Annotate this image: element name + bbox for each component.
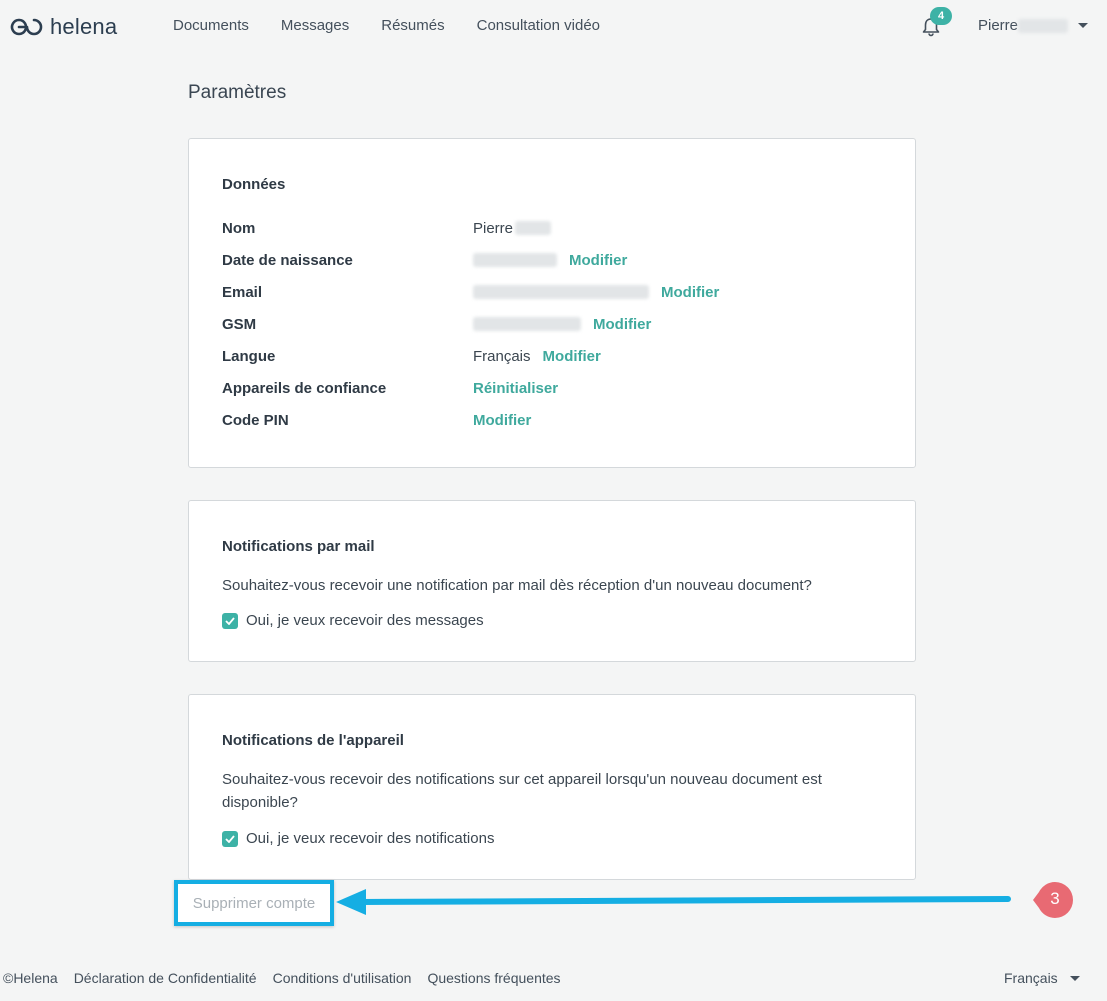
edit-gsm-link[interactable]: Modifier <box>593 316 651 333</box>
nav-video-consultation[interactable]: Consultation vidéo <box>477 17 600 34</box>
row-label: Langue <box>222 347 276 365</box>
row-label: Date de naissance <box>222 251 353 269</box>
redacted-last-name <box>1018 18 1069 33</box>
delete-account-link[interactable]: Supprimer compte <box>193 895 316 912</box>
data-row-gsm: GSM Modifier <box>222 314 651 334</box>
user-menu[interactable]: Pierre <box>978 17 1089 34</box>
mail-notifications-card: Notifications par mail Souhaitez-vous re… <box>188 500 916 662</box>
notification-count-badge: 4 <box>930 7 952 25</box>
footer-privacy-link[interactable]: Déclaration de Confidentialité <box>74 970 257 986</box>
nav-documents[interactable]: Documents <box>173 17 249 34</box>
edit-language-link[interactable]: Modifier <box>543 348 601 365</box>
redacted-birthdate <box>473 253 557 267</box>
row-label: Appareils de confiance <box>222 379 387 397</box>
chevron-down-icon <box>1069 975 1080 981</box>
redacted-last-name <box>515 221 552 235</box>
top-navbar: helena Documents Messages Résumés Consul… <box>0 0 1107 54</box>
delete-account-highlight: Supprimer compte <box>174 880 334 926</box>
checkbox-label: Oui, je veux recevoir des notifications <box>246 830 495 847</box>
language-selector[interactable]: Français <box>1004 970 1080 986</box>
edit-birthdate-link[interactable]: Modifier <box>569 252 627 269</box>
personal-data-card: Données Nom Pierre Date de naissance Mod… <box>188 138 916 468</box>
device-notification-checkbox[interactable] <box>222 830 238 847</box>
checkmark-icon <box>225 616 235 625</box>
mail-notification-checkbox[interactable] <box>222 612 238 629</box>
edit-email-link[interactable]: Modifier <box>661 284 719 301</box>
card-title: Données <box>222 176 286 193</box>
infinity-logo-icon <box>10 18 43 36</box>
footer-faq-link[interactable]: Questions fréquentes <box>427 970 560 986</box>
chevron-down-icon <box>1078 23 1089 28</box>
data-row-email: Email Modifier <box>222 282 719 302</box>
data-row-name: Nom Pierre <box>222 218 552 238</box>
nav-resumes[interactable]: Résumés <box>381 17 444 34</box>
row-label: Nom <box>222 219 256 237</box>
checkmark-icon <box>225 834 235 843</box>
device-notification-question: Souhaitez-vous recevoir des notification… <box>222 771 822 811</box>
user-first-name: Pierre <box>978 17 1019 34</box>
step-number: 3 <box>1050 889 1060 908</box>
footer-terms-link[interactable]: Conditions d'utilisation <box>273 970 412 986</box>
card-title: Notifications par mail <box>222 538 375 555</box>
card-title: Notifications de l'appareil <box>222 732 404 749</box>
footer-links: ©Helena Déclaration de Confidentialité C… <box>3 970 561 986</box>
device-notifications-card: Notifications de l'appareil Souhaitez-vo… <box>188 694 916 880</box>
edit-pin-link[interactable]: Modifier <box>473 412 531 429</box>
device-notification-option[interactable]: Oui, je veux recevoir des notifications <box>222 830 494 847</box>
data-row-birthdate: Date de naissance Modifier <box>222 250 627 270</box>
language-selector-value: Français <box>1004 970 1058 986</box>
name-value: Pierre <box>473 219 514 237</box>
reset-trusted-devices-link[interactable]: Réinitialiser <box>473 380 558 397</box>
main-nav: Documents Messages Résumés Consultation … <box>173 17 600 34</box>
mail-notification-option[interactable]: Oui, je veux recevoir des messages <box>222 612 484 629</box>
data-row-pin-code: Code PIN Modifier <box>222 410 531 430</box>
nav-messages[interactable]: Messages <box>281 17 349 34</box>
checkbox-label: Oui, je veux recevoir des messages <box>246 612 484 629</box>
page-title: Paramètres <box>188 82 287 103</box>
footer-copyright: ©Helena <box>3 970 58 986</box>
redacted-phone <box>473 317 581 331</box>
mail-notification-question: Souhaitez-vous recevoir une notification… <box>222 577 812 594</box>
row-label: Email <box>222 283 263 301</box>
brand-name: helena <box>50 14 118 39</box>
row-label: Code PIN <box>222 411 289 429</box>
helena-logo[interactable]: helena <box>10 13 117 41</box>
data-row-language: Langue Français Modifier <box>222 346 601 366</box>
redacted-email <box>473 285 649 299</box>
annotation-arrow-icon <box>336 889 1011 915</box>
language-value: Français <box>473 347 531 365</box>
row-label: GSM <box>222 315 257 333</box>
data-row-trusted-devices: Appareils de confiance Réinitialiser <box>222 378 558 398</box>
